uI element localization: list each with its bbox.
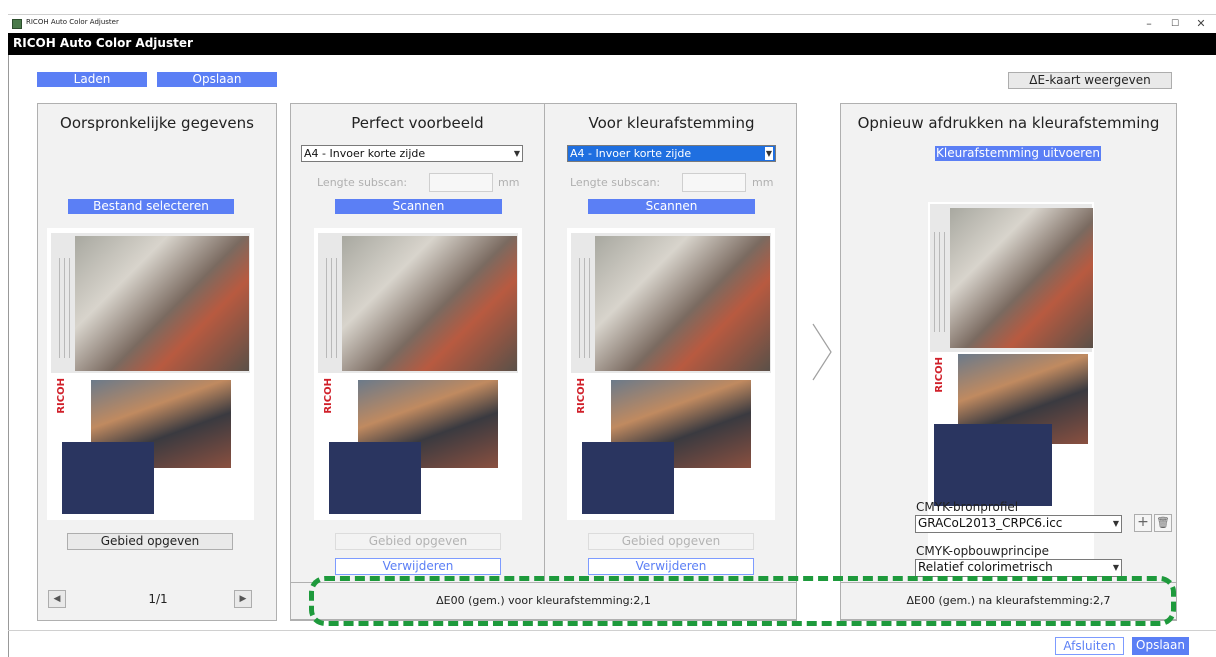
previous-page-icon[interactable]: ◀: [48, 590, 66, 608]
close-app-button[interactable]: Afsluiten: [1055, 637, 1124, 655]
cmyk-source-select[interactable]: GRACoL2013_CRPC6.icc ▼: [915, 515, 1122, 533]
run-color-adjust-button[interactable]: Kleurafstemming uitvoeren: [935, 146, 1101, 161]
chevron-right-icon: [812, 323, 832, 381]
minimize-icon[interactable]: –: [1136, 15, 1162, 33]
scan-panels: Perfect voorbeeld A4 - Invoer korte zijd…: [290, 103, 797, 621]
trash-icon[interactable]: 🗑: [1154, 514, 1172, 532]
after-delta-status: ΔE00 (gem.) na kleurafstemming:2,7: [840, 582, 1177, 620]
save-bottom-button[interactable]: Opslaan: [1132, 637, 1189, 655]
before-subscan-unit: mm: [752, 176, 774, 189]
app-title-bar: RICOH Auto Color Adjuster: [8, 33, 1216, 55]
chevron-down-icon: ▼: [764, 147, 773, 160]
before-delete-button[interactable]: Verwijderen: [588, 558, 754, 575]
save-top-button[interactable]: Opslaan: [157, 72, 277, 87]
perfect-specify-area-button[interactable]: Gebied opgeven: [335, 533, 501, 550]
before-subscan-input: [682, 173, 746, 192]
chevron-down-icon: ▼: [1112, 563, 1119, 572]
maximize-icon[interactable]: ☐: [1162, 15, 1188, 33]
before-subscan-label: Lengte subscan:: [570, 176, 661, 189]
chevron-down-icon: ▼: [1112, 519, 1119, 528]
original-panel: Oorspronkelijke gegevens Bestand selecte…: [37, 103, 277, 621]
perfect-subscan-label: Lengte subscan:: [317, 176, 408, 189]
cmyk-source-label: CMYK-bronprofiel: [916, 500, 1019, 514]
os-title-bar: RICOH Auto Color Adjuster – ☐ ✕: [8, 14, 1216, 32]
thumb-ricoh-logo: RICOH: [56, 378, 67, 414]
thumb-card: [62, 442, 154, 514]
reprint-title: Opnieuw afdrukken na kleurafstemming: [857, 114, 1160, 132]
reprint-panel: Opnieuw afdrukken na kleurafstemming Kle…: [840, 103, 1177, 621]
before-scan-button[interactable]: Scannen: [588, 199, 755, 214]
close-icon[interactable]: ✕: [1188, 15, 1214, 33]
next-page-icon[interactable]: ▶: [234, 590, 252, 608]
perfect-scan-button[interactable]: Scannen: [335, 199, 502, 214]
perfect-subscan-unit: mm: [498, 176, 520, 189]
delta-e-map-button[interactable]: ΔE-kaart weergeven: [1008, 72, 1172, 89]
page-indicator: 1/1: [148, 592, 168, 606]
before-thumbnail: RICOH: [567, 228, 775, 520]
chevron-down-icon: ▼: [513, 149, 520, 158]
before-paper-select[interactable]: A4 - Invoer korte zijde ▼: [567, 145, 776, 162]
original-specify-area-button[interactable]: Gebied opgeven: [67, 533, 233, 550]
cmyk-build-label: CMYK-opbouwprincipe: [916, 544, 1049, 558]
before-title: Voor kleurafstemming: [588, 114, 755, 132]
thumb-photo-top: [75, 236, 249, 371]
original-thumbnail: RICOH: [47, 228, 254, 520]
before-specify-area-button[interactable]: Gebied opgeven: [588, 533, 754, 550]
app-icon: [12, 19, 22, 29]
before-delta-status: ΔE00 (gem.) voor kleurafstemming:2,1: [290, 582, 797, 620]
app-title: RICOH Auto Color Adjuster: [13, 36, 193, 50]
add-profile-icon[interactable]: +: [1134, 514, 1152, 532]
perfect-delete-button[interactable]: Verwijderen: [335, 558, 501, 575]
select-file-button[interactable]: Bestand selecteren: [68, 199, 234, 214]
perfect-thumbnail: RICOH: [314, 228, 522, 520]
perfect-title: Perfect voorbeeld: [351, 114, 484, 132]
original-title: Oorspronkelijke gegevens: [60, 114, 254, 132]
perfect-subscan-input: [429, 173, 493, 192]
cmyk-build-select[interactable]: Relatief colorimetrisch ▼: [915, 559, 1122, 577]
os-window-title: RICOH Auto Color Adjuster: [26, 18, 119, 26]
perfect-paper-select[interactable]: A4 - Invoer korte zijde ▼: [301, 145, 523, 162]
load-button[interactable]: Laden: [37, 72, 147, 87]
